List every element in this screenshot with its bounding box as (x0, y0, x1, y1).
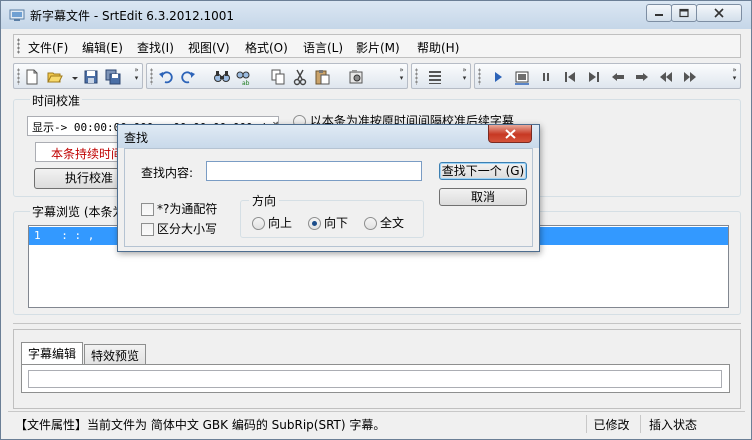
save-icon[interactable] (82, 68, 100, 86)
direction-down-option[interactable]: 向下 (308, 214, 348, 231)
direction-up-radio[interactable] (252, 217, 265, 230)
menu-edit[interactable]: 编辑(E) (82, 39, 123, 56)
toolbar-overflow-icon[interactable]: » ▾ (397, 66, 406, 86)
toolbar-overflow-icon[interactable]: » ▾ (460, 66, 469, 86)
tab-subtitle-edit[interactable]: 字幕编辑 (21, 342, 84, 364)
replace-icon[interactable]: ab (235, 68, 253, 87)
last-icon[interactable] (585, 68, 603, 86)
list-icon[interactable] (426, 68, 444, 86)
direction-group: 方向 向上 向下 全文 (240, 192, 424, 238)
paste-icon[interactable] (313, 68, 331, 86)
cancel-button[interactable]: 取消 (439, 188, 527, 206)
open-dropdown-icon[interactable] (66, 68, 78, 86)
new-file-icon[interactable] (23, 68, 41, 86)
minimize-icon (655, 14, 663, 16)
case-sensitive-checkbox[interactable] (141, 223, 154, 236)
row-time: : : , (61, 229, 95, 242)
direction-up-option[interactable]: 向上 (252, 214, 292, 231)
cut-icon[interactable] (291, 68, 309, 86)
find-content-input[interactable] (206, 161, 422, 181)
toolbar-grip[interactable] (17, 68, 20, 85)
find-content-label: 查找内容: (141, 166, 194, 180)
first-icon[interactable] (561, 68, 579, 86)
menu-movie[interactable]: 影片(M) (356, 39, 400, 56)
find-dialog-title: 查找 (124, 131, 149, 145)
menu-view[interactable]: 视图(V) (188, 39, 230, 56)
find-dialog-close-button[interactable] (488, 125, 532, 143)
direction-down-label: 向下 (324, 216, 349, 230)
toolbar-playback: » ▾ (474, 63, 741, 89)
tab-effect-preview[interactable]: 特效预览 (84, 344, 147, 364)
direction-up-label: 向上 (268, 216, 293, 230)
forward-icon[interactable] (681, 68, 699, 86)
row-index: 1 (34, 229, 41, 242)
status-bar: 【文件属性】当前文件为 简体中文 GBK 编码的 SubRip(SRT) 字幕。… (8, 411, 745, 435)
toolbar-grip[interactable] (478, 68, 481, 85)
wildcard-checkbox[interactable] (141, 203, 154, 216)
toolbar-file: » ▾ (13, 63, 143, 89)
toolbar-edit: ab » ▾ (146, 63, 408, 89)
rewind-icon[interactable] (657, 68, 675, 86)
copy-icon[interactable] (269, 68, 287, 86)
direction-all-label: 全文 (380, 216, 405, 230)
menu-file[interactable]: 文件(F) (28, 39, 68, 56)
wildcard-option[interactable]: *?为通配符 (141, 200, 217, 217)
screenshot-icon[interactable] (513, 68, 531, 86)
toolbar-grip[interactable] (150, 68, 153, 85)
menu-help[interactable]: 帮助(H) (417, 39, 459, 56)
properties-icon[interactable] (347, 68, 365, 86)
wildcard-label: *?为通配符 (157, 202, 218, 216)
title-bar[interactable]: 新字幕文件 - SrtEdit 6.3.2012.1001 (1, 1, 751, 29)
direction-label: 方向 (249, 192, 280, 209)
window-title: 新字幕文件 - SrtEdit 6.3.2012.1001 (30, 9, 235, 23)
case-sensitive-label: 区分大小写 (157, 222, 218, 236)
time-calibration-label: 时间校准 (30, 92, 83, 109)
open-folder-icon[interactable] (46, 68, 64, 86)
subtitle-browse-label: 字幕浏览 (本条为 (30, 203, 127, 220)
toolbar-view: » ▾ (411, 63, 471, 89)
minimize-button[interactable] (646, 4, 672, 22)
direction-all-option[interactable]: 全文 (364, 214, 404, 231)
menu-find[interactable]: 查找(I) (137, 39, 174, 56)
find-dialog-body: 查找内容: 查找下一个 (G) 取消 *?为通配符 区分大小写 方向 向上 向下… (124, 148, 533, 247)
find-dialog: 查找 查找内容: 查找下一个 (G) 取消 *?为通配符 区分大小写 方向 向上… (117, 124, 540, 252)
menubar-grip[interactable] (17, 38, 20, 54)
play-icon[interactable] (489, 68, 507, 86)
find-next-button[interactable]: 查找下一个 (G) (439, 162, 527, 180)
toolbar-overflow-icon[interactable]: » ▾ (730, 66, 739, 86)
edit-tab-content (21, 364, 730, 393)
subtitle-text-input[interactable] (28, 370, 722, 388)
status-modified: 已修改 (586, 415, 636, 433)
app-icon (9, 8, 25, 22)
maximize-button[interactable] (671, 4, 697, 22)
next-icon[interactable] (633, 68, 651, 86)
direction-down-radio[interactable] (308, 217, 321, 230)
svg-text:ab: ab (242, 80, 250, 86)
toolbar-overflow-icon[interactable]: » ▾ (132, 66, 141, 86)
find-dialog-titlebar[interactable]: 查找 (118, 125, 539, 148)
maximize-icon (679, 8, 689, 18)
close-icon (505, 129, 516, 139)
save-all-icon[interactable] (104, 68, 122, 86)
pause-icon[interactable] (537, 68, 555, 86)
duration-label: 本条持续时间 (51, 147, 124, 161)
close-button[interactable] (696, 4, 742, 22)
undo-icon[interactable] (157, 68, 175, 86)
display-prefix: 显示-> (32, 121, 68, 134)
menu-bar: 文件(F) 编辑(E) 查找(I) 视图(V) 格式(O) 语言(L) 影片(M… (13, 34, 741, 58)
find-icon[interactable] (213, 68, 231, 86)
redo-icon[interactable] (179, 68, 197, 86)
direction-all-radio[interactable] (364, 217, 377, 230)
menu-format[interactable]: 格式(O) (245, 39, 288, 56)
case-sensitive-option[interactable]: 区分大小写 (141, 220, 217, 237)
status-file-info: 【文件属性】当前文件为 简体中文 GBK 编码的 SubRip(SRT) 字幕。 (15, 418, 386, 432)
status-mode: 插入状态 (640, 415, 740, 433)
menu-language[interactable]: 语言(L) (303, 39, 343, 56)
toolbar-grip[interactable] (415, 68, 418, 85)
splitter[interactable] (13, 323, 741, 326)
prev-icon[interactable] (609, 68, 627, 86)
close-icon (714, 8, 724, 18)
